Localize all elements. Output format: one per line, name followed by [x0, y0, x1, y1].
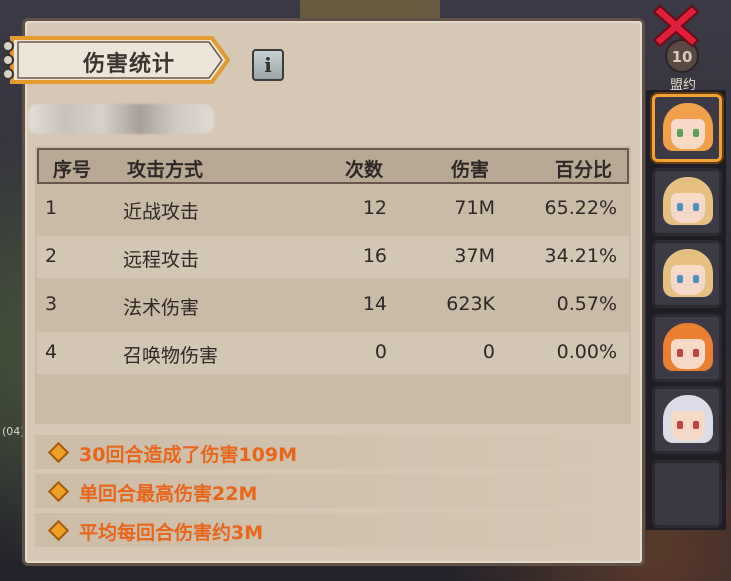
- header-percent: 百分比: [555, 159, 613, 181]
- table-row: 2 远程攻击 16 37M 34.21%: [37, 236, 629, 278]
- header-count: 次数: [345, 159, 384, 181]
- hero-eye: [677, 129, 683, 137]
- close-icon: [652, 4, 700, 48]
- cell-damage: 623K: [446, 293, 495, 315]
- blurred-player-name: [28, 104, 214, 134]
- cell-index: 4: [45, 341, 58, 363]
- table-row: 3 法术伤害 14 623K 0.57%: [37, 284, 629, 326]
- header-index: 序号: [53, 159, 92, 181]
- hero-eye: [677, 275, 683, 283]
- damage-table: 序号 攻击方式 次数 伤害 百分比 1 近战攻击 12 71M 65.22% 2…: [35, 146, 631, 424]
- cell-count: 14: [362, 293, 387, 315]
- table-row: 1 近战攻击 12 71M 65.22%: [37, 188, 629, 230]
- pact-label: 盟约: [670, 78, 697, 93]
- cell-percent: 34.21%: [544, 245, 617, 267]
- table-header: 序号 攻击方式 次数 伤害 百分比: [37, 148, 629, 184]
- header-damage: 伤害: [451, 159, 490, 181]
- hero-eye: [693, 203, 699, 211]
- cell-index: 2: [45, 245, 58, 267]
- hero-slot-5[interactable]: [652, 386, 722, 454]
- cell-attack-type: 近战攻击: [123, 201, 200, 223]
- cell-attack-type: 召唤物伤害: [123, 345, 219, 367]
- panel-title: 伤害统计: [82, 52, 175, 77]
- hero-slot-1[interactable]: [652, 94, 722, 162]
- cell-count: 12: [362, 197, 387, 219]
- cell-count: 16: [362, 245, 387, 267]
- cell-percent: 0.00%: [556, 341, 617, 363]
- info-icon[interactable]: i: [252, 49, 284, 81]
- cell-percent: 0.57%: [556, 293, 617, 315]
- hero-eye: [677, 203, 683, 211]
- cell-damage: 0: [482, 341, 495, 363]
- summary-line: 30回合造成了伤害109M: [35, 435, 631, 469]
- table-row: 4 召唤物伤害 0 0 0.00%: [37, 332, 629, 374]
- diamond-bullet-icon: [47, 519, 70, 542]
- summary-total-damage: 30回合造成了伤害109M: [79, 444, 298, 466]
- diamond-bullet-icon: [47, 480, 70, 503]
- hero-slot-4[interactable]: [652, 314, 722, 382]
- hero-slot-3[interactable]: [652, 240, 722, 308]
- cell-index: 3: [45, 293, 58, 315]
- hero-eye: [693, 129, 699, 137]
- summary-average-damage: 平均每回合伤害约3M: [79, 522, 264, 544]
- cell-damage: 37M: [454, 245, 495, 267]
- cell-percent: 65.22%: [544, 197, 617, 219]
- pact-number: 10: [672, 48, 693, 66]
- diamond-bullet-icon: [47, 441, 70, 464]
- summary-line: 平均每回合伤害约3M: [35, 513, 631, 547]
- cell-attack-type: 法术伤害: [123, 297, 200, 319]
- hero-eye: [693, 349, 699, 357]
- hero-slot-2[interactable]: [652, 168, 722, 236]
- close-button[interactable]: [650, 0, 702, 48]
- header-attack-type: 攻击方式: [127, 159, 204, 181]
- hero-eye: [677, 349, 683, 357]
- summary-max-round-damage: 单回合最高伤害22M: [79, 483, 258, 505]
- cell-index: 1: [45, 197, 58, 219]
- cell-count: 0: [374, 341, 387, 363]
- cell-attack-type: 远程攻击: [123, 249, 200, 271]
- hero-slot-empty[interactable]: [652, 460, 722, 528]
- title-ribbon: 伤害统计: [4, 32, 230, 88]
- cell-damage: 71M: [454, 197, 495, 219]
- summary-line: 单回合最高伤害22M: [35, 474, 631, 508]
- hero-eye: [693, 421, 699, 429]
- hero-eye: [677, 421, 683, 429]
- hero-eye: [693, 275, 699, 283]
